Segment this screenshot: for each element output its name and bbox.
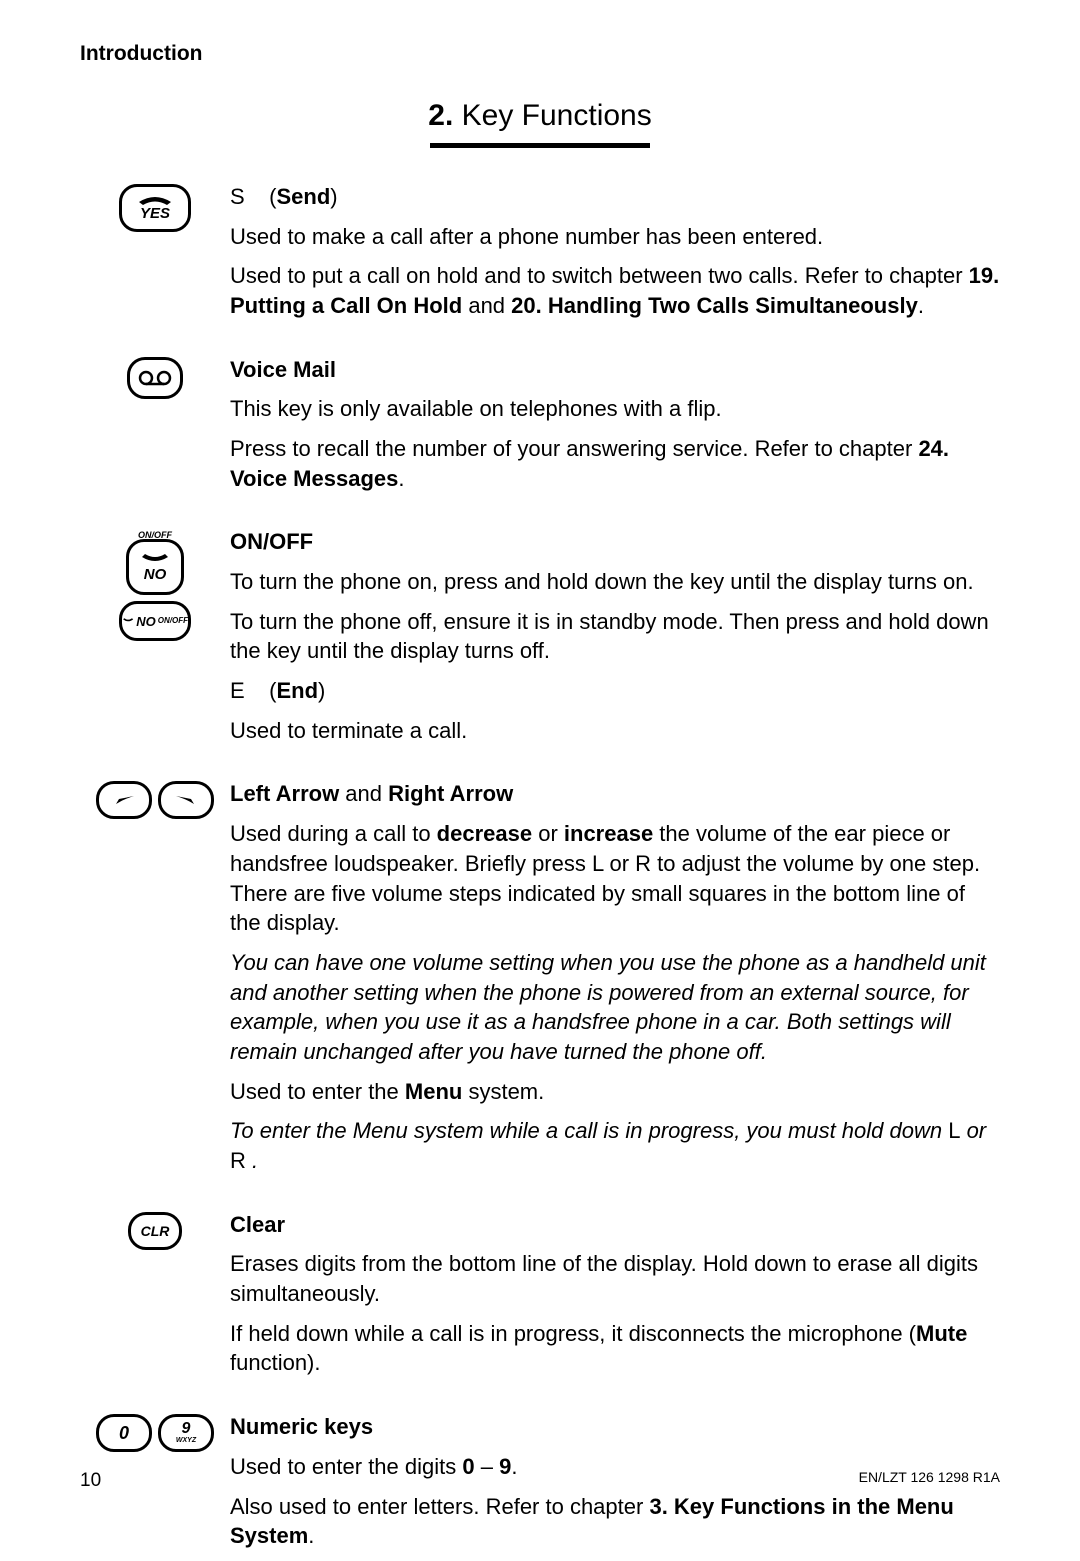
- handset-down-icon: [138, 553, 172, 567]
- numeric-title: Numeric keys: [230, 1412, 1000, 1442]
- key-left-arrow: [96, 781, 152, 819]
- clear-desc-2: If held down while a call is in progress…: [230, 1319, 1000, 1378]
- key-voicemail: [127, 357, 183, 399]
- arrows-desc-1: Used during a call to decrease or increa…: [230, 819, 1000, 938]
- clear-desc-1: Erases digits from the bottom line of th…: [230, 1249, 1000, 1308]
- title-number: 2.: [428, 99, 453, 132]
- page-footer: 10 EN/LZT 126 1298 R1A: [80, 1468, 1000, 1494]
- entry-clear: CLR Clear Erases digits from the bottom …: [80, 1210, 1000, 1388]
- onoff-title: ON/OFF: [230, 527, 1000, 557]
- key-nine-sub: WXYZ: [176, 1437, 196, 1444]
- onoff-desc-2: To turn the phone off, ensure it is in s…: [230, 607, 1000, 666]
- entry-voicemail: Voice Mail This key is only available on…: [80, 355, 1000, 504]
- key-clr-label: CLR: [141, 1224, 170, 1238]
- send-desc-1: Used to make a call after a phone number…: [230, 222, 1000, 252]
- right-arrow-icon: [174, 793, 198, 807]
- arrows-desc-2: Used to enter the Menu system.: [230, 1077, 1000, 1107]
- handset-down-small-icon: [122, 615, 134, 627]
- section-header: Introduction: [80, 40, 1000, 68]
- voicemail-title: Voice Mail: [230, 355, 1000, 385]
- send-name: Send: [276, 184, 330, 209]
- end-desc: Used to terminate a call.: [230, 716, 1000, 746]
- key-yes: YES: [119, 184, 191, 232]
- arrows-note-2: To enter the Menu system while a call is…: [230, 1116, 1000, 1175]
- onoff-desc-1: To turn the phone on, press and hold dow…: [230, 567, 1000, 597]
- page-title-wrap: 2. Key Functions: [80, 96, 1000, 148]
- arrows-note-1: You can have one volume setting when you…: [230, 948, 1000, 1067]
- title-text: Key Functions: [462, 99, 652, 132]
- left-arrow-icon: [112, 793, 136, 807]
- manual-page: Introduction 2. Key Functions YES S: [0, 0, 1080, 1528]
- voicemail-desc-2: Press to recall the number of your answe…: [230, 434, 1000, 493]
- key-no: NO: [126, 539, 184, 595]
- send-desc-2: Used to put a call on hold and to switch…: [230, 261, 1000, 320]
- content-area: YES S (Send) Used to make a call after a…: [80, 182, 1000, 1561]
- key-yes-label: YES: [140, 206, 170, 221]
- doc-reference: EN/LZT 126 1298 R1A: [859, 1468, 1000, 1494]
- key-zero-label: 0: [119, 1424, 129, 1442]
- key-no-onoff: NO ON/OFF: [119, 601, 191, 641]
- key-nine-label: 9: [182, 1422, 191, 1436]
- end-letter: E: [230, 678, 245, 703]
- entry-send: YES S (Send) Used to make a call after a…: [80, 182, 1000, 331]
- voicemail-desc-1: This key is only available on telephones…: [230, 394, 1000, 424]
- end-name: End: [276, 678, 318, 703]
- key-zero: 0: [96, 1414, 152, 1452]
- entry-arrows: Left Arrow and Right Arrow Used during a…: [80, 779, 1000, 1185]
- clear-title: Clear: [230, 1210, 1000, 1240]
- key-right-arrow: [158, 781, 214, 819]
- entry-onoff: ON/OFF NO NO ON/OFF O: [80, 527, 1000, 755]
- page-title: 2. Key Functions: [428, 96, 651, 137]
- voicemail-icon: [138, 370, 172, 386]
- page-number: 10: [80, 1468, 101, 1494]
- title-underline: [430, 143, 650, 148]
- key-no-label: NO: [144, 567, 167, 582]
- key-clr: CLR: [128, 1212, 182, 1250]
- arrows-title: Left Arrow and Right Arrow: [230, 779, 1000, 809]
- send-letter: S: [230, 184, 245, 209]
- key-nine: 9 WXYZ: [158, 1414, 214, 1452]
- numeric-desc-2: Also used to enter letters. Refer to cha…: [230, 1492, 1000, 1551]
